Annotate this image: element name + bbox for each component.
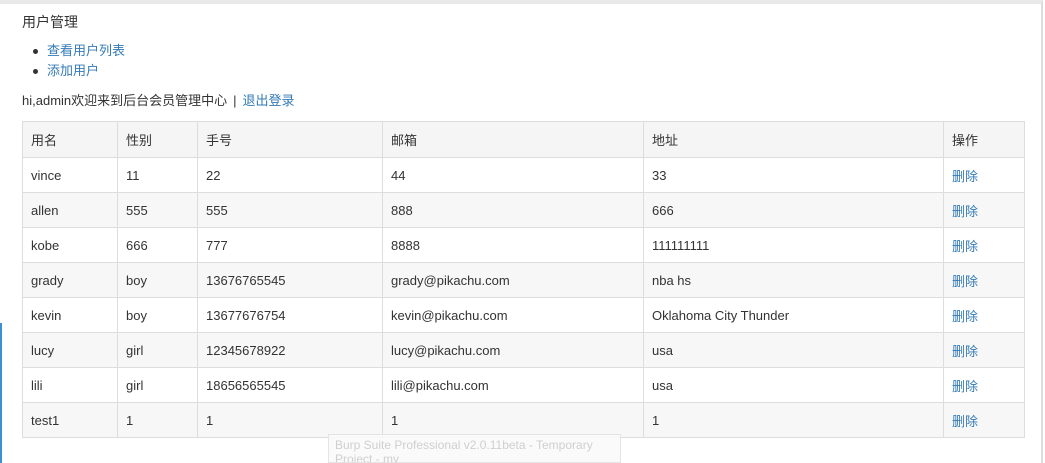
cell-address: 33 xyxy=(643,157,944,193)
cell-action: 删除 xyxy=(943,157,1025,193)
delete-link[interactable]: 删除 xyxy=(952,239,978,254)
delete-link[interactable]: 删除 xyxy=(952,414,978,429)
cell-action: 删除 xyxy=(943,262,1025,298)
column-header-phone: 手号 xyxy=(197,121,383,158)
cell-gender: girl xyxy=(117,332,198,368)
cell-email: lili@pikachu.com xyxy=(382,367,644,403)
cell-email: 1 xyxy=(382,402,644,438)
cell-phone: 18656565545 xyxy=(197,367,383,403)
table-row: lucy girl 12345678922 lucy@pikachu.com u… xyxy=(22,332,1025,368)
cell-address: usa xyxy=(643,367,944,403)
watermark-line-2: Project - my xyxy=(335,452,400,463)
menu-item-add-user: 添加用户 xyxy=(33,61,1024,81)
cell-gender: boy xyxy=(117,297,198,333)
cell-email: 8888 xyxy=(382,227,644,263)
delete-link[interactable]: 删除 xyxy=(952,204,978,219)
cell-gender: 11 xyxy=(117,157,198,193)
cell-gender: boy xyxy=(117,262,198,298)
user-table: 用名 性别 手号 邮箱 地址 操作 vince 11 22 44 33 删除 a… xyxy=(22,121,1025,438)
cell-address: usa xyxy=(643,332,944,368)
user-menu: 查看用户列表 添加用户 xyxy=(22,41,1024,81)
cell-address: nba hs xyxy=(643,262,944,298)
cell-name: allen xyxy=(22,192,118,228)
cell-address: 1 xyxy=(643,402,944,438)
cell-phone: 13676765545 xyxy=(197,262,383,298)
table-header-row: 用名 性别 手号 邮箱 地址 操作 xyxy=(22,121,1025,158)
welcome-line: hi,admin欢迎来到后台会员管理中心 | 退出登录 xyxy=(22,91,1024,111)
cell-phone: 13677676754 xyxy=(197,297,383,333)
cell-gender: 666 xyxy=(117,227,198,263)
page-title: 用户管理 xyxy=(22,14,78,30)
table-row: grady boy 13676765545 grady@pikachu.com … xyxy=(22,262,1025,298)
cell-phone: 12345678922 xyxy=(197,332,383,368)
cell-email: grady@pikachu.com xyxy=(382,262,644,298)
cell-action: 删除 xyxy=(943,367,1025,403)
column-header-gender: 性别 xyxy=(117,121,198,158)
cell-gender: 1 xyxy=(117,402,198,438)
cell-action: 删除 xyxy=(943,227,1025,263)
cell-address: 111111111 xyxy=(643,227,944,263)
table-row: kobe 666 777 8888 111111111 删除 xyxy=(22,227,1025,263)
burp-watermark: Burp Suite Professional v2.0.11beta - Te… xyxy=(328,434,621,463)
column-header-address: 地址 xyxy=(643,121,944,158)
separator: | xyxy=(233,93,237,108)
column-header-email: 邮箱 xyxy=(382,121,644,158)
delete-link[interactable]: 删除 xyxy=(952,379,978,394)
cell-gender: girl xyxy=(117,367,198,403)
cell-address: 666 xyxy=(643,192,944,228)
cell-address: Oklahoma City Thunder xyxy=(643,297,944,333)
cell-action: 删除 xyxy=(943,297,1025,333)
cell-phone: 777 xyxy=(197,227,383,263)
view-users-link[interactable]: 查看用户列表 xyxy=(47,43,125,58)
main-content: 用户管理 查看用户列表 添加用户 hi,admin欢迎来到后台会员管理中心 | 退出… xyxy=(22,12,1025,438)
cell-name: kevin xyxy=(22,297,118,333)
cell-phone: 1 xyxy=(197,402,383,438)
cell-name: lili xyxy=(22,367,118,403)
table-row: vince 11 22 44 33 删除 xyxy=(22,157,1025,193)
logout-link[interactable]: 退出登录 xyxy=(243,93,295,108)
cell-email: 888 xyxy=(382,192,644,228)
cell-name: vince xyxy=(22,157,118,193)
cell-email: lucy@pikachu.com xyxy=(382,332,644,368)
delete-link[interactable]: 删除 xyxy=(952,274,978,289)
column-header-name: 用名 xyxy=(22,121,118,158)
cell-name: lucy xyxy=(22,332,118,368)
table-row: allen 555 555 888 666 删除 xyxy=(22,192,1025,228)
table-row: kevin boy 13677676754 kevin@pikachu.com … xyxy=(22,297,1025,333)
menu-item-view-users: 查看用户列表 xyxy=(33,41,1024,61)
column-header-action: 操作 xyxy=(943,121,1025,158)
delete-link[interactable]: 删除 xyxy=(952,169,978,184)
cell-action: 删除 xyxy=(943,402,1025,438)
cell-gender: 555 xyxy=(117,192,198,228)
cell-phone: 555 xyxy=(197,192,383,228)
left-scroll-accent xyxy=(0,323,2,463)
cell-name: kobe xyxy=(22,227,118,263)
add-user-link[interactable]: 添加用户 xyxy=(47,63,99,78)
welcome-text: hi,admin欢迎来到后台会员管理中心 xyxy=(22,93,228,108)
watermark-line-1: Burp Suite Professional v2.0.11beta - Te… xyxy=(335,438,593,452)
delete-link[interactable]: 删除 xyxy=(952,309,978,324)
cell-email: kevin@pikachu.com xyxy=(382,297,644,333)
cell-phone: 22 xyxy=(197,157,383,193)
cell-name: grady xyxy=(22,262,118,298)
table-row: lili girl 18656565545 lili@pikachu.com u… xyxy=(22,367,1025,403)
cell-action: 删除 xyxy=(943,192,1025,228)
delete-link[interactable]: 删除 xyxy=(952,344,978,359)
cell-name: test1 xyxy=(22,402,118,438)
cell-email: 44 xyxy=(382,157,644,193)
table-row: test1 1 1 1 1 删除 xyxy=(22,402,1025,438)
cell-action: 删除 xyxy=(943,332,1025,368)
